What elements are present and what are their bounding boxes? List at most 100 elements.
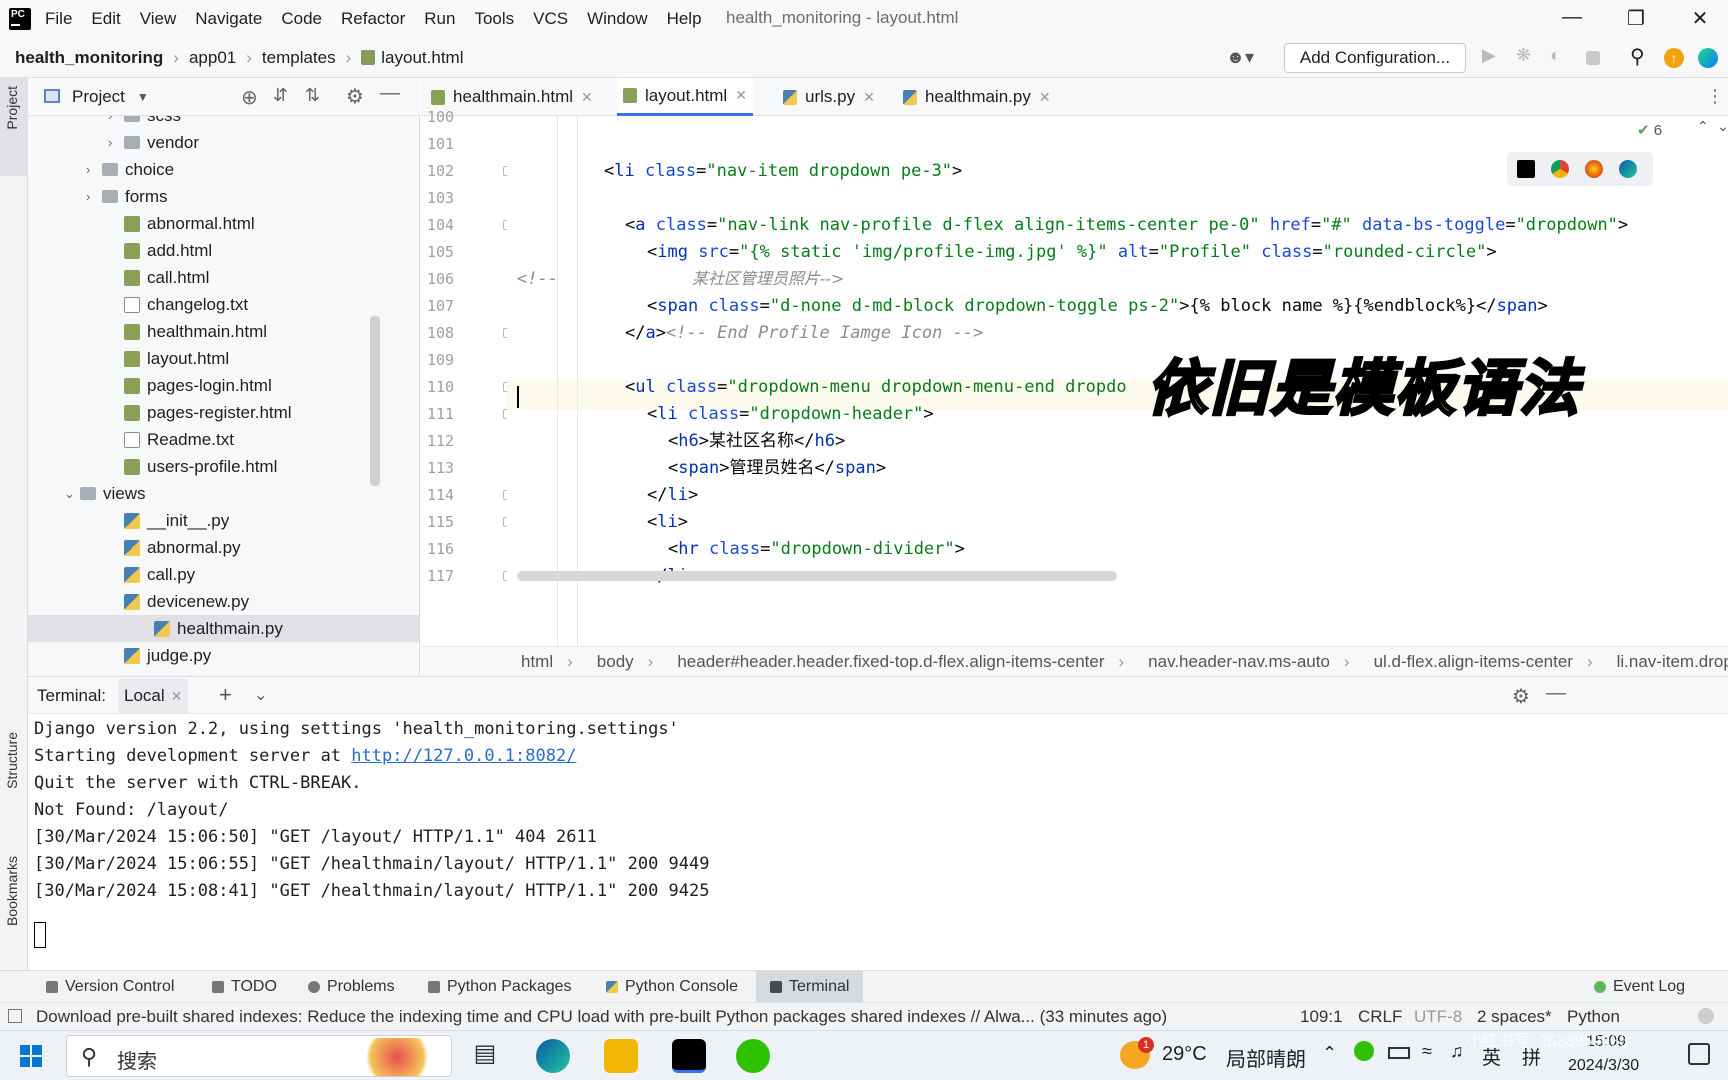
edge-icon[interactable] bbox=[1619, 160, 1637, 178]
line-separator[interactable]: CRLF bbox=[1358, 1007, 1402, 1027]
chevron-down-icon[interactable]: ▼ bbox=[137, 90, 149, 104]
caret-position[interactable]: 109:1 bbox=[1300, 1007, 1343, 1027]
tool-todo[interactable]: TODO bbox=[212, 971, 277, 1003]
tool-terminal[interactable]: Terminal bbox=[756, 971, 864, 1003]
restore-icon[interactable]: ❐ bbox=[1616, 6, 1656, 31]
menu-file[interactable]: File bbox=[45, 9, 72, 29]
menu-code[interactable]: Code bbox=[281, 9, 322, 29]
notification-center-icon[interactable] bbox=[1688, 1043, 1710, 1065]
tree-item-pages-login-html[interactable]: pages-login.html bbox=[108, 372, 272, 399]
notifications-icon[interactable] bbox=[1698, 1008, 1714, 1024]
tree-item-vendor[interactable]: › vendor bbox=[108, 129, 199, 156]
project-view-selector[interactable]: Project bbox=[72, 87, 125, 107]
bc-li[interactable]: li.nav-item.dropd bbox=[1617, 652, 1728, 672]
more-tabs-icon[interactable]: ⋮ bbox=[1706, 86, 1724, 107]
tree-item-call-html[interactable]: call.html bbox=[108, 264, 209, 291]
wechat-tray-icon[interactable] bbox=[1354, 1041, 1374, 1061]
task-view-icon[interactable]: ▤ bbox=[468, 1039, 502, 1073]
tree-item-abnormal-py[interactable]: abnormal.py bbox=[108, 534, 241, 561]
crumb-templates[interactable]: templates bbox=[262, 48, 336, 68]
expand-all-icon[interactable]: ⇵ bbox=[273, 85, 288, 106]
locate-icon[interactable]: ⊕ bbox=[241, 85, 258, 110]
tree-item-forms[interactable]: › forms bbox=[86, 183, 168, 210]
file-explorer-icon[interactable] bbox=[604, 1039, 638, 1073]
bc-body[interactable]: body bbox=[597, 652, 634, 672]
hide-panel-icon[interactable]: — bbox=[1546, 682, 1566, 705]
menu-window[interactable]: Window bbox=[587, 9, 647, 29]
structure-tool-label[interactable]: Structure bbox=[4, 732, 20, 789]
tab-healthmain-html[interactable]: healthmain.html ✕ bbox=[431, 78, 593, 116]
close-tab-icon[interactable]: ✕ bbox=[1039, 89, 1051, 106]
collapse-all-icon[interactable]: ⇅ bbox=[305, 85, 320, 106]
add-configuration-button[interactable]: Add Configuration... bbox=[1284, 43, 1466, 73]
indent-setting[interactable]: 2 spaces* bbox=[1477, 1007, 1552, 1027]
wifi-icon[interactable]: ≈ bbox=[1422, 1041, 1432, 1062]
weather-temperature[interactable]: 29°C bbox=[1162, 1043, 1207, 1066]
next-highlight-icon[interactable]: ⌄ bbox=[1717, 118, 1728, 135]
tree-item-layout-html[interactable]: layout.html bbox=[108, 345, 229, 372]
add-terminal-icon[interactable]: + bbox=[219, 682, 232, 708]
expand-arrow-icon[interactable]: › bbox=[108, 135, 124, 150]
close-icon[interactable]: ✕ bbox=[1680, 6, 1720, 31]
tree-scrollbar[interactable] bbox=[370, 316, 380, 486]
file-encoding[interactable]: UTF-8 bbox=[1414, 1007, 1462, 1027]
menu-view[interactable]: View bbox=[140, 9, 177, 29]
crumb-layout-html[interactable]: layout.html bbox=[361, 48, 463, 68]
plugin-icon[interactable] bbox=[1698, 48, 1718, 68]
taskbar-search[interactable]: ⚲ 搜索 bbox=[66, 1035, 452, 1077]
close-tab-icon[interactable]: ✕ bbox=[735, 87, 747, 104]
windows-start-icon[interactable] bbox=[20, 1045, 42, 1067]
menu-edit[interactable]: Edit bbox=[91, 9, 120, 29]
update-icon[interactable]: ↑ bbox=[1664, 48, 1684, 68]
expand-arrow-icon[interactable]: › bbox=[86, 162, 102, 177]
tree-item-healthmain-py[interactable]: healthmain.py bbox=[28, 615, 419, 642]
inspection-widget[interactable]: ✔ 6 bbox=[1637, 116, 1697, 146]
menu-navigate[interactable]: Navigate bbox=[195, 9, 262, 29]
minimize-icon[interactable]: — bbox=[1552, 6, 1592, 29]
close-tab-icon[interactable]: ✕ bbox=[581, 89, 593, 106]
project-tool-label[interactable]: Project bbox=[4, 86, 20, 130]
coverage-icon[interactable]: ◐ bbox=[1550, 45, 1570, 65]
firefox-icon[interactable] bbox=[1585, 160, 1603, 178]
volume-icon[interactable]: ♫ bbox=[1450, 1041, 1464, 1062]
status-toggle-icon[interactable] bbox=[8, 1009, 22, 1023]
menu-vcs[interactable]: VCS bbox=[533, 9, 568, 29]
weather-description[interactable]: 局部晴朗 bbox=[1226, 1043, 1306, 1072]
server-url-link[interactable]: http://127.0.0.1:8082/ bbox=[351, 746, 576, 766]
tree-item-abnormal-html[interactable]: abnormal.html bbox=[108, 210, 255, 237]
gear-icon[interactable]: ⚙ bbox=[1512, 684, 1530, 709]
tree-item-init-py[interactable]: __init__.py bbox=[108, 507, 229, 534]
tool-problems[interactable]: Problems bbox=[308, 971, 395, 1003]
pycharm-browser-icon[interactable] bbox=[1517, 160, 1535, 178]
bc-nav[interactable]: nav.header-nav.ms-auto bbox=[1148, 652, 1330, 672]
tree-item-scss[interactable]: › scss bbox=[108, 116, 181, 129]
prev-highlight-icon[interactable]: ⌃ bbox=[1697, 118, 1709, 135]
tree-item-judge-py[interactable]: judge.py bbox=[108, 642, 211, 669]
menu-refactor[interactable]: Refactor bbox=[341, 9, 405, 29]
crumb-project[interactable]: health_monitoring bbox=[15, 48, 163, 68]
terminal-output[interactable]: Django version 2.2, using settings 'heal… bbox=[28, 714, 1728, 970]
chrome-icon[interactable] bbox=[1551, 160, 1569, 178]
tree-item-changelog-txt[interactable]: changelog.txt bbox=[108, 291, 248, 318]
tool-python-console[interactable]: Python Console bbox=[606, 971, 738, 1003]
tool-python-packages[interactable]: Python Packages bbox=[428, 971, 572, 1003]
tab-local-terminal[interactable]: Local ✕ bbox=[118, 679, 189, 713]
debug-icon[interactable]: ❋ bbox=[1516, 45, 1536, 65]
tree-item-add-html[interactable]: add.html bbox=[108, 237, 212, 264]
menu-run[interactable]: Run bbox=[424, 9, 455, 29]
hide-panel-icon[interactable]: — bbox=[380, 82, 400, 105]
pycharm-app-icon[interactable] bbox=[672, 1039, 706, 1073]
menu-tools[interactable]: Tools bbox=[474, 9, 514, 29]
gear-icon[interactable]: ⚙ bbox=[346, 84, 364, 109]
tool-event-log[interactable]: Event Log bbox=[1594, 971, 1685, 1003]
expand-arrow-icon[interactable]: › bbox=[108, 116, 124, 123]
bc-ul[interactable]: ul.d-flex.align-items-center bbox=[1374, 652, 1573, 672]
tree-item-views[interactable]: ⌄ views bbox=[64, 480, 146, 507]
tab-urls-py[interactable]: urls.py ✕ bbox=[783, 78, 875, 116]
bc-html[interactable]: html bbox=[521, 652, 553, 672]
tree-item-pages-register-html[interactable]: pages-register.html bbox=[108, 399, 292, 426]
close-tab-icon[interactable]: ✕ bbox=[171, 688, 183, 704]
user-icon[interactable]: ☻▾ bbox=[1226, 47, 1254, 68]
status-message[interactable]: Download pre-built shared indexes: Reduc… bbox=[36, 1007, 1167, 1027]
tab-healthmain-py[interactable]: healthmain.py ✕ bbox=[903, 78, 1051, 116]
